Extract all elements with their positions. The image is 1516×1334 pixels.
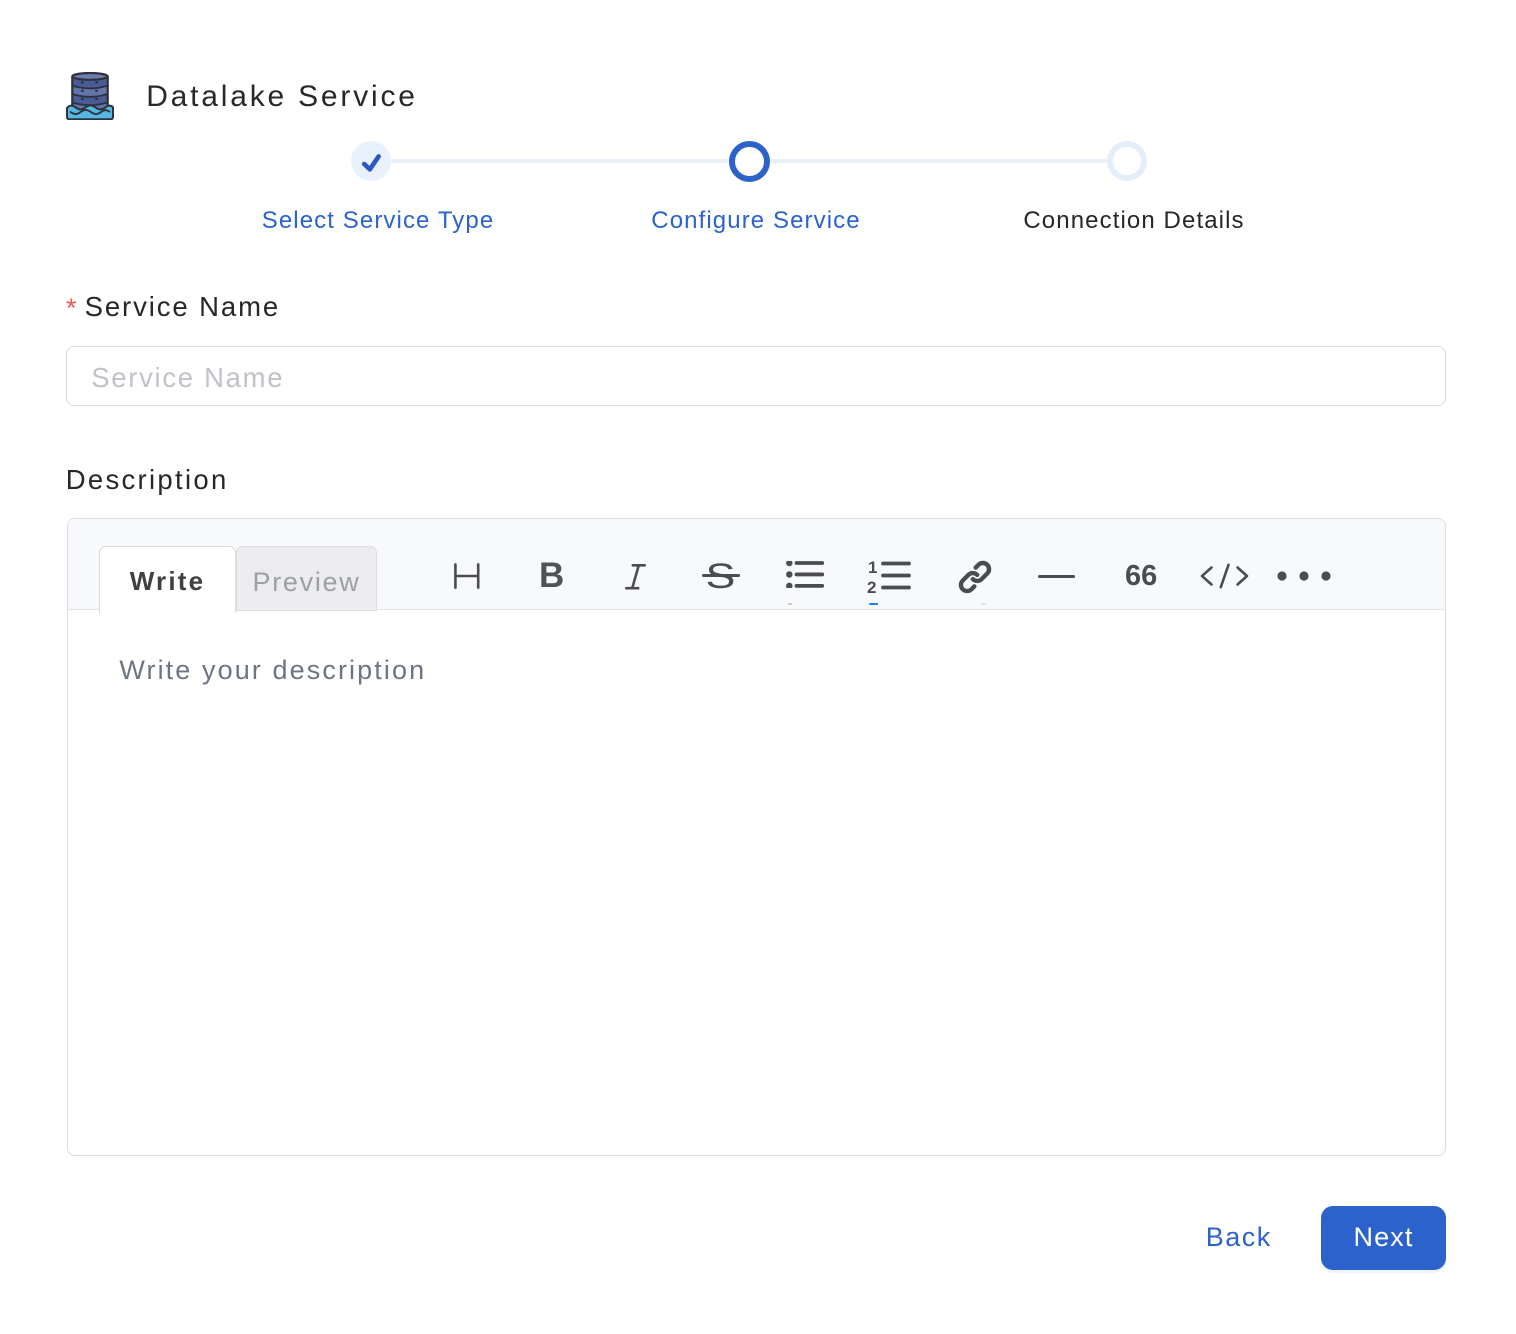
- svg-text:2: 2: [867, 578, 876, 594]
- svg-text:1: 1: [868, 560, 877, 577]
